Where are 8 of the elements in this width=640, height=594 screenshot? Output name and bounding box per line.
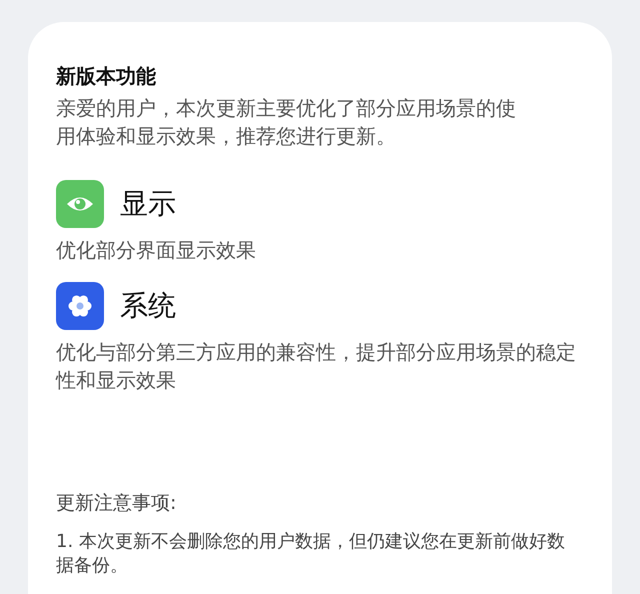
feature-title: 系统	[120, 288, 176, 324]
feature-title: 显示	[120, 186, 176, 222]
feature-description: 优化部分界面显示效果	[56, 237, 257, 264]
section-title: 新版本功能	[56, 63, 157, 90]
notes-title: 更新注意事项:	[56, 491, 178, 516]
intro-text: 亲爱的用户，本次更新主要优化了部分应用场景的使用体验和显示效果，推荐您进行更新。	[56, 95, 517, 150]
feature-description: 优化与部分第三方应用的兼容性，提升部分应用场景的稳定性和显示效果	[56, 339, 576, 394]
note-text: 1. 本次更新不会删除您的用户数据，但仍建议您在更新前做好数据备份。	[56, 530, 566, 578]
